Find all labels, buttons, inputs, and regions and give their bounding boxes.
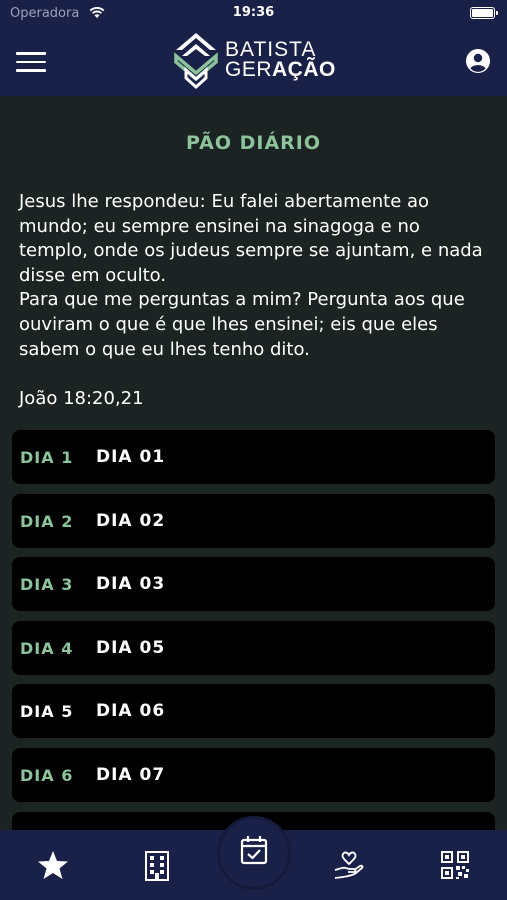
logo: BATISTA GERAÇÃO xyxy=(170,30,345,92)
calendar-check-icon xyxy=(240,836,268,865)
menu-button[interactable] xyxy=(16,52,46,72)
logo-text: BATISTA GERAÇÃO xyxy=(225,38,336,81)
page-title: PÃO DIÁRIO xyxy=(185,132,322,154)
logo-mark-icon xyxy=(174,33,218,90)
status-bar: Operadora 19:36 xyxy=(0,0,507,28)
nav-bar: BATISTA GERAÇÃO xyxy=(0,28,507,96)
day-label: DIA 5 xyxy=(20,702,74,721)
day-item-5[interactable]: DIA 5 DIA 06 xyxy=(12,684,495,738)
day-label: DIA 6 xyxy=(20,766,74,785)
battery-icon xyxy=(470,7,498,19)
day-item-4[interactable]: DIA 4 DIA 05 xyxy=(12,621,495,675)
logo-line-batista: BATISTA xyxy=(225,38,317,61)
calendar-tab-button[interactable] xyxy=(217,816,291,890)
day-item-2[interactable]: DIA 2 DIA 02 xyxy=(12,494,495,548)
day-name: DIA 01 xyxy=(96,447,166,467)
day-label: DIA 4 xyxy=(20,639,74,658)
star-icon[interactable] xyxy=(36,848,70,882)
day-item-3[interactable]: DIA 3 DIA 03 xyxy=(12,557,495,611)
day-name: DIA 02 xyxy=(96,511,166,531)
heart-hand-icon[interactable] xyxy=(332,848,366,882)
day-name: DIA 07 xyxy=(96,765,166,785)
hamburger-icon xyxy=(16,52,46,55)
status-time: 19:36 xyxy=(232,5,275,20)
day-label: DIA 3 xyxy=(20,575,74,594)
building-icon[interactable] xyxy=(140,848,174,882)
tab-bar xyxy=(0,816,507,900)
day-item-1[interactable]: DIA 1 DIA 01 xyxy=(12,430,495,484)
day-name: DIA 05 xyxy=(96,638,166,658)
day-label: DIA 1 xyxy=(20,448,74,467)
verse-reference: João 18:20,21 xyxy=(19,388,144,409)
main-content: PÃO DIÁRIO Jesus lhe respondeu: Eu falei… xyxy=(0,96,507,830)
verse-text: Jesus lhe respondeu: Eu falei abertament… xyxy=(19,191,483,360)
day-name: DIA 03 xyxy=(96,574,166,594)
day-label: DIA 2 xyxy=(20,512,74,531)
logo-line-geracao: GERAÇÃO xyxy=(225,58,336,81)
profile-icon[interactable] xyxy=(465,48,491,74)
qr-code-icon[interactable] xyxy=(438,848,472,882)
day-name: DIA 06 xyxy=(96,701,166,721)
day-item-6[interactable]: DIA 6 DIA 07 xyxy=(12,748,495,802)
